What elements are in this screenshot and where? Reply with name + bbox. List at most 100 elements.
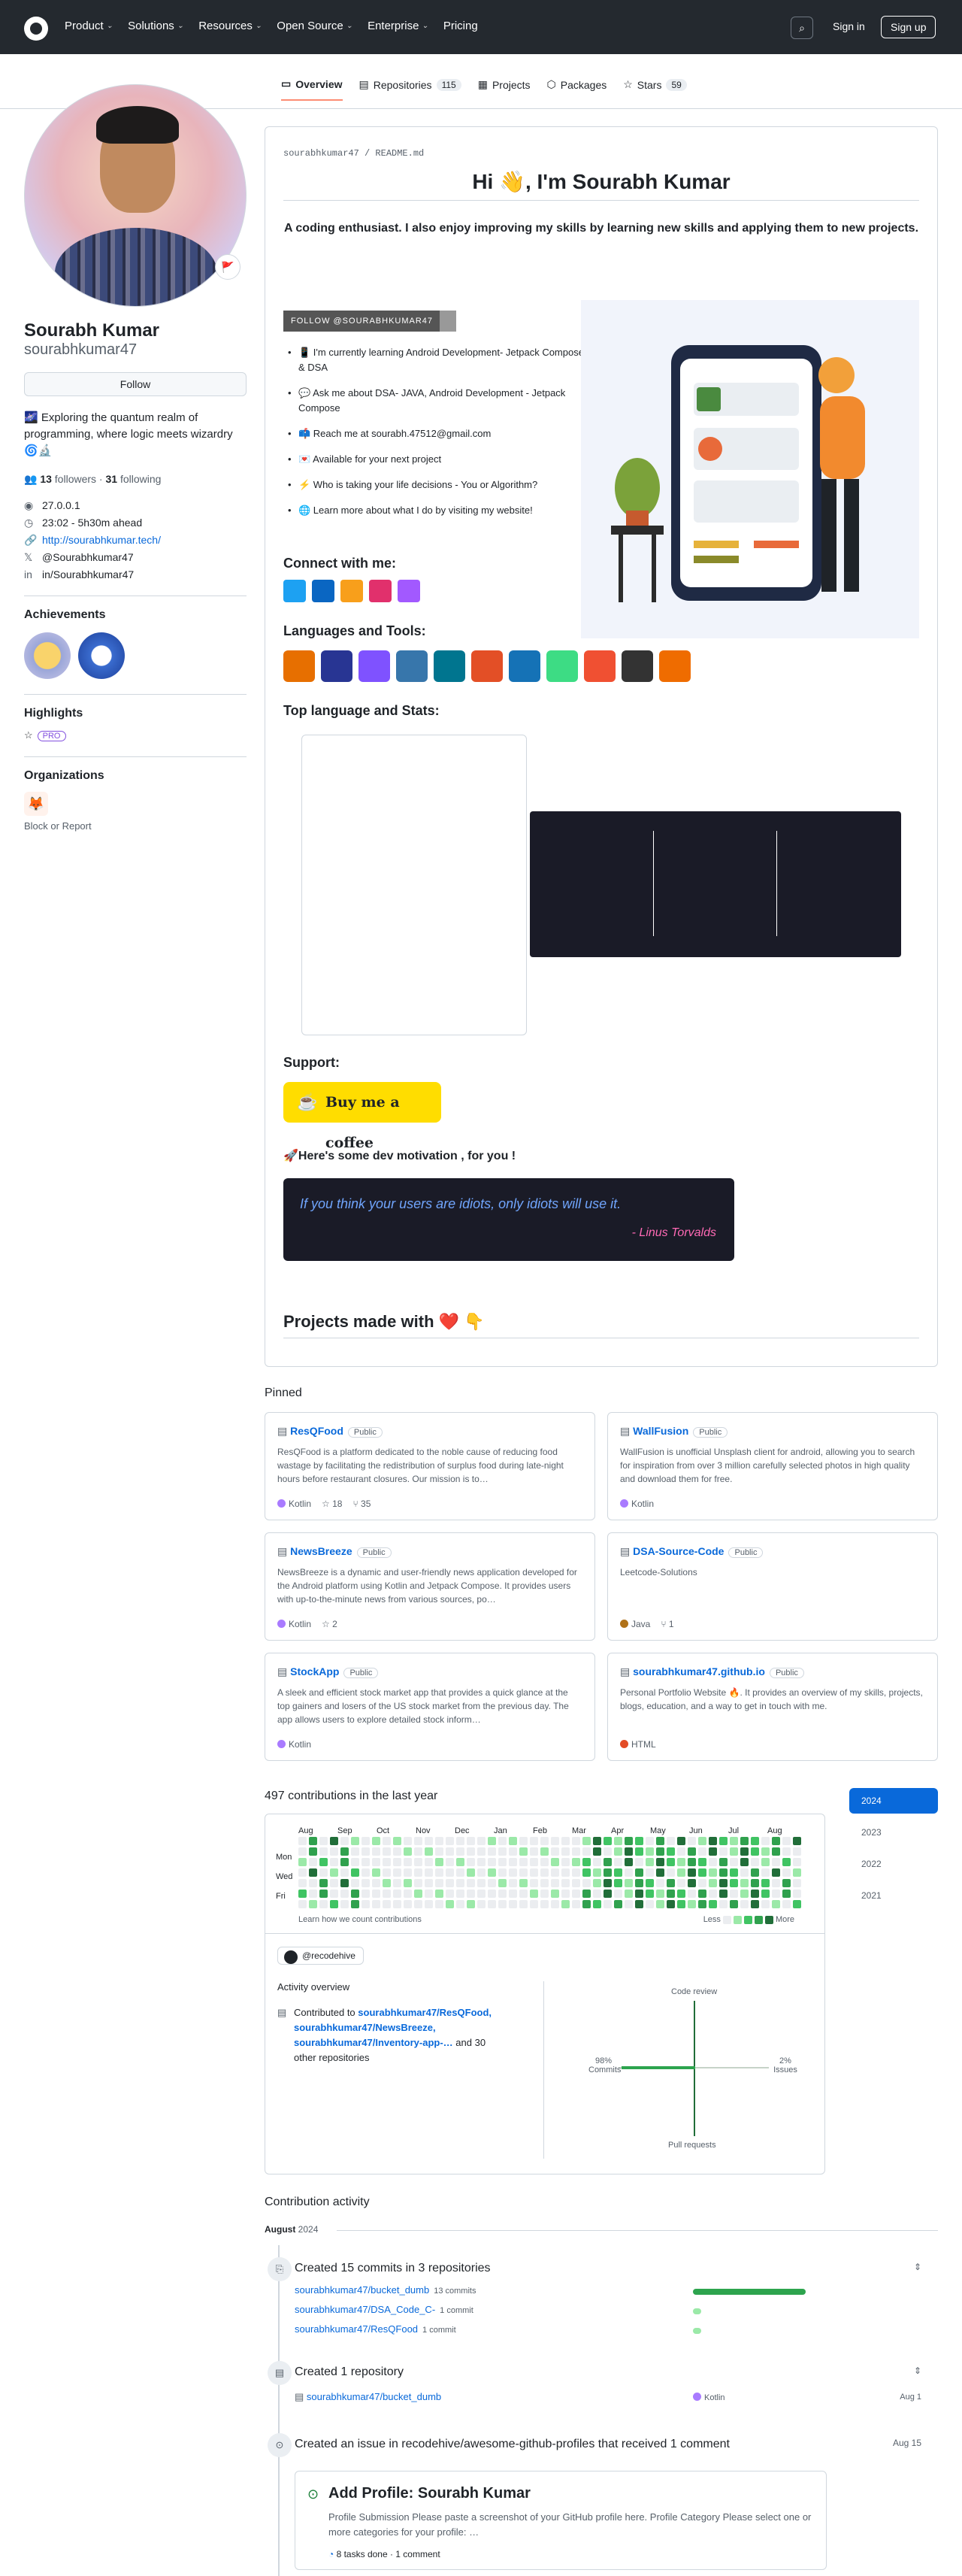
following-label[interactable]: following — [120, 473, 161, 485]
year-2021[interactable]: 2021 — [849, 1883, 938, 1908]
contribution-day[interactable] — [509, 1858, 517, 1866]
contribution-day[interactable] — [446, 1868, 454, 1877]
contribution-day[interactable] — [751, 1837, 759, 1845]
contribution-day[interactable] — [572, 1847, 580, 1856]
contribution-day[interactable] — [540, 1837, 549, 1845]
contribution-day[interactable] — [709, 1890, 717, 1898]
tab-stars[interactable]: ☆ Stars 59 — [623, 77, 687, 101]
contribution-day[interactable] — [488, 1890, 496, 1898]
contribution-day[interactable] — [772, 1837, 780, 1845]
contribution-day[interactable] — [582, 1847, 591, 1856]
contribution-day[interactable] — [414, 1868, 422, 1877]
contribution-day[interactable] — [719, 1847, 728, 1856]
contribution-day[interactable] — [467, 1837, 475, 1845]
contribution-day[interactable] — [404, 1858, 412, 1866]
forks-link[interactable]: ⑂ 1 — [661, 1619, 673, 1629]
contribution-day[interactable] — [751, 1868, 759, 1877]
contribution-day[interactable] — [782, 1847, 791, 1856]
contribution-day[interactable] — [362, 1890, 370, 1898]
contribution-day[interactable] — [372, 1868, 380, 1877]
contribution-day[interactable] — [383, 1858, 391, 1866]
contribution-day[interactable] — [309, 1837, 317, 1845]
contribution-day[interactable] — [604, 1858, 612, 1866]
contribution-day[interactable] — [719, 1879, 728, 1887]
tab-repositories[interactable]: ▤ Repositories 115 — [359, 77, 461, 101]
contribution-day[interactable] — [509, 1837, 517, 1845]
contribution-day[interactable] — [593, 1837, 601, 1845]
contribution-day[interactable] — [404, 1847, 412, 1856]
contribution-day[interactable] — [351, 1868, 359, 1877]
contribution-day[interactable] — [330, 1868, 338, 1877]
contribution-day[interactable] — [582, 1868, 591, 1877]
contribution-day[interactable] — [498, 1837, 507, 1845]
commit-count[interactable]: 13 commits — [434, 2287, 476, 2296]
contribution-day[interactable] — [519, 1900, 528, 1908]
contribution-day[interactable] — [298, 1900, 307, 1908]
contribution-day[interactable] — [340, 1890, 349, 1898]
contribution-day[interactable] — [446, 1837, 454, 1845]
contribution-day[interactable] — [730, 1847, 738, 1856]
contribution-day[interactable] — [393, 1847, 401, 1856]
contribution-day[interactable] — [772, 1890, 780, 1898]
contribution-day[interactable] — [688, 1858, 696, 1866]
contribution-day[interactable] — [414, 1890, 422, 1898]
contribution-day[interactable] — [319, 1858, 328, 1866]
contribution-day[interactable] — [372, 1900, 380, 1908]
java-icon[interactable] — [283, 650, 315, 682]
github-logo-icon[interactable] — [24, 17, 48, 41]
contribution-day[interactable] — [393, 1879, 401, 1887]
contribution-day[interactable] — [488, 1837, 496, 1845]
contribution-day[interactable] — [709, 1900, 717, 1908]
contribution-day[interactable] — [593, 1847, 601, 1856]
contribution-day[interactable] — [688, 1879, 696, 1887]
contribution-day[interactable] — [362, 1868, 370, 1877]
contribution-day[interactable] — [625, 1900, 633, 1908]
contribution-day[interactable] — [540, 1900, 549, 1908]
commit-repo-link[interactable]: sourabhkumar47/DSA_Code_C- — [295, 2304, 435, 2315]
contribution-day[interactable] — [383, 1900, 391, 1908]
contribution-day[interactable] — [467, 1868, 475, 1877]
contribution-day[interactable] — [519, 1837, 528, 1845]
contribution-day[interactable] — [362, 1900, 370, 1908]
pinned-repo-link[interactable]: ResQFood — [290, 1425, 343, 1437]
contribution-day[interactable] — [530, 1837, 538, 1845]
organization-avatar[interactable]: 🦊 — [24, 792, 48, 816]
contribution-day[interactable] — [604, 1890, 612, 1898]
contribution-day[interactable] — [498, 1847, 507, 1856]
commit-repo-link[interactable]: sourabhkumar47/ResQFood — [295, 2323, 418, 2335]
contribution-day[interactable] — [446, 1900, 454, 1908]
year-2024[interactable]: 2024 — [849, 1788, 938, 1814]
linux-icon[interactable] — [622, 650, 653, 682]
contribution-day[interactable] — [625, 1879, 633, 1887]
search-icon[interactable]: ⌕ — [791, 17, 813, 39]
git-icon[interactable] — [584, 650, 616, 682]
contribution-day[interactable] — [425, 1890, 433, 1898]
contribution-day[interactable] — [761, 1879, 770, 1887]
contribution-day[interactable] — [709, 1879, 717, 1887]
contribution-day[interactable] — [425, 1837, 433, 1845]
contribution-day[interactable] — [488, 1847, 496, 1856]
contribution-day[interactable] — [709, 1837, 717, 1845]
contribution-day[interactable] — [561, 1868, 570, 1877]
commit-count[interactable]: 1 commit — [422, 2326, 456, 2335]
contribution-day[interactable] — [540, 1868, 549, 1877]
contribution-day[interactable] — [425, 1900, 433, 1908]
sign-up-button[interactable]: Sign up — [881, 16, 936, 38]
contribution-day[interactable] — [677, 1847, 685, 1856]
commit-count[interactable]: 1 commit — [440, 2306, 473, 2315]
hashnode-icon[interactable] — [398, 580, 420, 602]
contribution-day[interactable] — [435, 1890, 443, 1898]
contribution-day[interactable] — [498, 1879, 507, 1887]
contribution-day[interactable] — [362, 1858, 370, 1866]
contribution-day[interactable] — [646, 1837, 654, 1845]
contribution-day[interactable] — [435, 1858, 443, 1866]
contribution-day[interactable] — [677, 1890, 685, 1898]
buy-me-a-coffee-button[interactable]: Buy me a coffee — [283, 1082, 441, 1151]
contribution-day[interactable] — [572, 1858, 580, 1866]
contribution-day[interactable] — [519, 1879, 528, 1887]
followers-count[interactable]: 13 — [40, 473, 52, 485]
contribution-day[interactable] — [561, 1837, 570, 1845]
contribution-day[interactable] — [414, 1900, 422, 1908]
contribution-day[interactable] — [393, 1900, 401, 1908]
contribution-day[interactable] — [793, 1847, 801, 1856]
